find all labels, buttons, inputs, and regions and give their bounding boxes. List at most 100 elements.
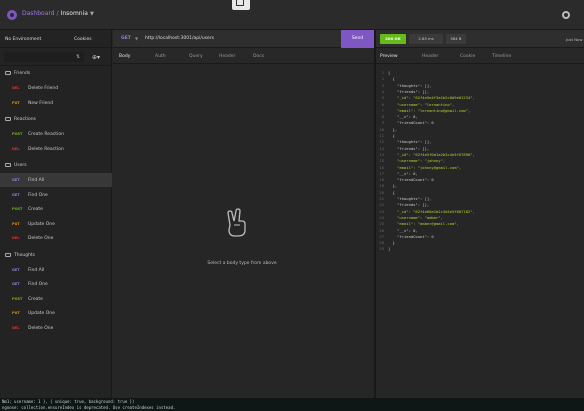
code-line: }, [388,183,398,189]
folder-label: Friends [14,71,31,76]
line-number: 7 [381,107,384,113]
filter-input[interactable]: ⇅ [4,52,84,62]
folder-reactions[interactable]: Reactions [0,114,112,125]
code-line: "thoughts": [], [388,139,432,145]
folder-label: Thoughts [14,252,36,258]
folder-friends[interactable]: Friends [0,68,112,79]
request-label: Update One [28,311,55,316]
method-badge: POST [12,296,23,301]
code-line: ] [388,246,391,252]
gear-icon[interactable] [562,11,570,19]
code-line: "__v": 0, [388,170,418,176]
code-line: "username": "amber", [388,214,443,220]
request-item[interactable]: DEL Delete Friend [0,81,112,95]
code-line: }, [388,126,398,132]
history-button[interactable]: Just Now [566,37,582,42]
line-number: 27 [379,233,384,239]
peace-hand-icon [227,208,246,237]
method-selector[interactable]: GET [121,36,131,41]
code-line: "_id": "62f4e5e4f3a1b2c8d9e01234", [388,95,475,101]
tab-timeline[interactable]: Timeline [492,54,511,59]
line-number: 1 [381,70,384,75]
tab-preview[interactable]: Preview [380,54,398,59]
method-badge: GET [12,192,20,197]
request-label: Delete Reaction [28,146,64,152]
sort-icon[interactable]: ⇅ [76,54,80,60]
tab-cookie[interactable]: Cookie [460,54,475,59]
line-number: 21 [379,196,384,201]
request-item[interactable]: POST Create [0,202,112,216]
method-badge: DEL [12,325,20,330]
line-number: 11 [379,133,384,138]
line-number: 23 [379,208,384,214]
sidebar: No Environment Cookies ⇅ ⊕▾ Friends DEL De… [0,30,112,398]
request-item[interactable]: POST Create Reaction [0,127,112,141]
method-badge: PUT [12,221,20,226]
environment-row: No Environment Cookies [0,30,112,48]
request-item[interactable]: DEL Delete Reaction [0,142,112,156]
tab-docs[interactable]: Docs [253,54,264,59]
breadcrumb-separator: / [56,10,59,17]
window-copy-icon[interactable] [232,0,250,10]
line-number: 2 [381,76,384,82]
request-label: New Friend [28,100,54,106]
request-item[interactable]: GET Find One [0,188,112,202]
cookies-button[interactable]: Cookies [74,37,92,42]
breadcrumb-dashboard[interactable]: Dashboard [22,10,55,17]
folder-thoughts[interactable]: Thoughts [0,250,112,261]
request-label: Create [28,296,43,302]
code-line: "__v": 0, [388,114,418,120]
url-bar: GET ▼ http://localhost:3001/api/users Se… [113,30,374,48]
request-label: Update One [28,221,55,227]
tab-query[interactable]: Query [189,54,203,59]
line-number: 6 [381,101,384,107]
line-number: 29 [379,246,384,252]
code-line: "thoughts": [], [388,196,432,201]
method-badge: GET [12,282,20,286]
code-line: "friends": [], [388,202,430,208]
line-number: 4 [381,88,384,94]
folder-icon [5,252,11,257]
request-item[interactable]: GET Find All [0,173,112,187]
chevron-down-icon[interactable]: ▼ [90,11,94,17]
add-request-button[interactable]: ⊕▾ [92,54,100,61]
tab-header[interactable]: Header [219,54,235,59]
method-badge: DEL [12,86,20,90]
request-item[interactable]: DEL Delete One [0,321,112,335]
line-number: 8 [381,114,384,120]
chevron-down-icon[interactable]: ▼ [135,36,138,41]
request-item[interactable]: GET Find All [0,263,112,277]
tab-header[interactable]: Header [422,54,438,59]
breadcrumb[interactable]: Dashboard / Insomnia ▼ [22,10,94,17]
request-label: Create Reaction [28,132,64,137]
size-badge: 584 B [446,34,466,44]
request-item[interactable]: PUT Update One [0,306,112,320]
code-line: { [388,189,395,195]
code-line: "email": "johnny@gmail.com", [388,164,462,170]
line-number: 19 [379,183,384,189]
request-item[interactable]: GET Find One [0,277,112,291]
send-button[interactable]: Send [341,30,374,48]
request-item[interactable]: POST Create [0,292,112,306]
environment-selector[interactable]: No Environment [5,37,41,42]
request-label: Delete One [28,236,54,241]
code-line: "thoughts": [], [388,82,432,88]
folder-icon [5,117,11,121]
code-line: "_id": "62f4e60a1b2c3d4e5f607182", [388,208,475,214]
terminal-output: Nm1; username: 1 }, { unique: true, back… [0,398,584,411]
url-input[interactable]: http://localhost:3001/api/users [145,36,214,41]
folder-users[interactable]: Users [0,160,112,171]
line-number: 18 [379,177,384,183]
tab-auth[interactable]: Auth [155,54,166,59]
line-number: 25 [379,221,384,227]
response-status-bar: 200 OK 2.63 ms 584 B Just Now [376,30,584,48]
request-item[interactable]: PUT Update One [0,217,112,231]
request-item[interactable]: DEL Delete One [0,231,112,245]
line-number: 9 [381,120,384,126]
code-line: "email": "amber@gmail.com", [388,221,459,227]
code-line: "__v": 0, [388,227,418,233]
tab-body[interactable]: Body [119,54,130,59]
breadcrumb-project[interactable]: Insomnia [61,10,88,17]
request-item[interactable]: PUT New Friend [0,96,112,110]
line-number: 17 [379,170,384,176]
